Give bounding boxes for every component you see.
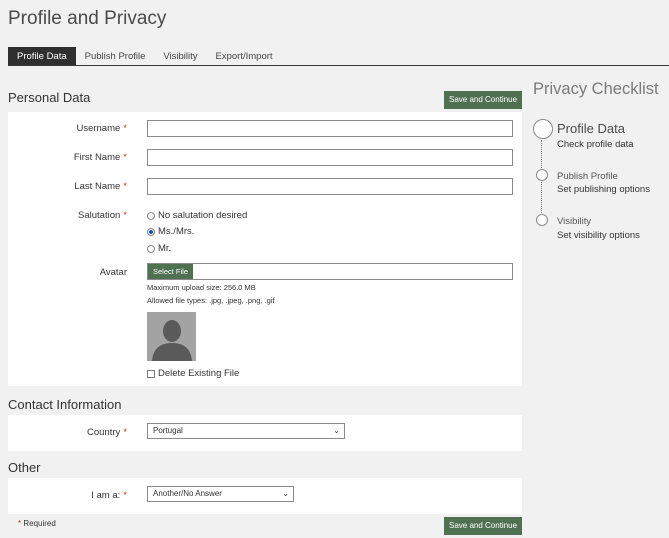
tab-export-import[interactable]: Export/Import: [207, 47, 282, 66]
step-profile-data-subtitle: Check profile data: [557, 139, 634, 150]
tab-visibility[interactable]: Visibility: [154, 47, 206, 66]
delete-existing-file-checkbox[interactable]: Delete Existing File: [147, 368, 239, 379]
avatar-file-input[interactable]: Select File: [147, 263, 513, 280]
checkbox[interactable]: [147, 369, 155, 378]
salutation-option-none[interactable]: No salutation desired: [147, 210, 247, 221]
chevron-down-icon: ⌄: [333, 426, 340, 435]
lastname-label: Last Name *: [74, 181, 127, 192]
max-upload-note: Maximum upload size: 256.0 MB: [147, 283, 256, 292]
tab-bar: Profile Data Publish Profile Visibility …: [8, 47, 282, 66]
save-continue-top-button[interactable]: Save and Continue: [444, 91, 523, 109]
required-legend: * Required: [18, 519, 56, 528]
required-marker: *: [123, 123, 127, 134]
required-marker: *: [123, 490, 127, 501]
step-connector: [541, 182, 542, 213]
iam-label: I am a: *: [91, 490, 127, 501]
lastname-row: Last Name *: [8, 178, 522, 195]
save-continue-bottom-button[interactable]: Save and Continue: [444, 517, 523, 535]
tab-profile-data[interactable]: Profile Data: [8, 47, 76, 66]
contact-info-heading: Contact Information: [8, 397, 122, 412]
firstname-input[interactable]: [147, 149, 513, 166]
person-silhouette-icon: [147, 312, 196, 361]
avatar-label: Avatar: [99, 267, 127, 278]
privacy-checklist-heading: Privacy Checklist: [533, 80, 659, 98]
radio-button[interactable]: [147, 244, 155, 253]
allowed-types-note: Allowed file types: .jpg, .jpeg, .png, .…: [147, 296, 275, 305]
firstname-row: First Name *: [8, 149, 522, 166]
personal-data-panel: Username * First Name * Last Name * Salutat…: [8, 112, 522, 386]
required-marker: *: [123, 152, 127, 163]
salutation-label: Salutation *: [78, 210, 127, 221]
step-connector: [541, 140, 542, 168]
salutation-row: Salutation * No salutation desired Ms./Mr…: [8, 208, 522, 256]
step-visibility-subtitle: Set visibility options: [557, 230, 640, 241]
lastname-input[interactable]: [147, 178, 513, 195]
contact-info-panel: Country * Portugal ⌄: [8, 415, 522, 451]
select-file-button[interactable]: Select File: [148, 264, 194, 279]
step-publish-profile-title[interactable]: Publish Profile: [557, 171, 618, 182]
step-circle-icon: [536, 214, 548, 226]
required-marker: *: [123, 210, 127, 221]
tabs-divider: [8, 65, 669, 66]
personal-data-heading: Personal Data: [8, 90, 91, 105]
country-label: Country *: [87, 427, 127, 438]
required-marker: *: [123, 427, 127, 438]
iam-select[interactable]: Another/No Answer ⌄: [147, 486, 294, 502]
step-current-circle-icon: [533, 119, 553, 139]
avatar-placeholder-image: [147, 312, 196, 361]
firstname-label: First Name *: [73, 152, 127, 163]
username-row: Username *: [8, 120, 522, 137]
step-publish-profile-subtitle: Set publishing options: [557, 184, 650, 195]
username-label: Username *: [76, 123, 127, 134]
other-heading: Other: [8, 460, 41, 475]
required-marker: *: [123, 181, 127, 192]
radio-button-selected[interactable]: [147, 227, 155, 236]
salutation-option-mr[interactable]: Mr.: [147, 243, 171, 254]
tab-publish-profile[interactable]: Publish Profile: [76, 47, 155, 66]
page-title: Profile and Privacy: [8, 8, 167, 29]
step-visibility-title[interactable]: Visibility: [557, 216, 591, 227]
other-panel: I am a: * Another/No Answer ⌄: [8, 478, 522, 514]
step-circle-icon: [536, 169, 548, 181]
step-profile-data-title[interactable]: Profile Data: [557, 121, 625, 136]
username-input[interactable]: [147, 120, 513, 137]
country-select[interactable]: Portugal ⌄: [147, 423, 345, 439]
avatar-row: Avatar Select File Maximum upload size: …: [8, 263, 522, 383]
chevron-down-icon: ⌄: [282, 489, 289, 498]
salutation-option-ms[interactable]: Ms./Mrs.: [147, 226, 194, 237]
radio-button[interactable]: [147, 211, 155, 220]
